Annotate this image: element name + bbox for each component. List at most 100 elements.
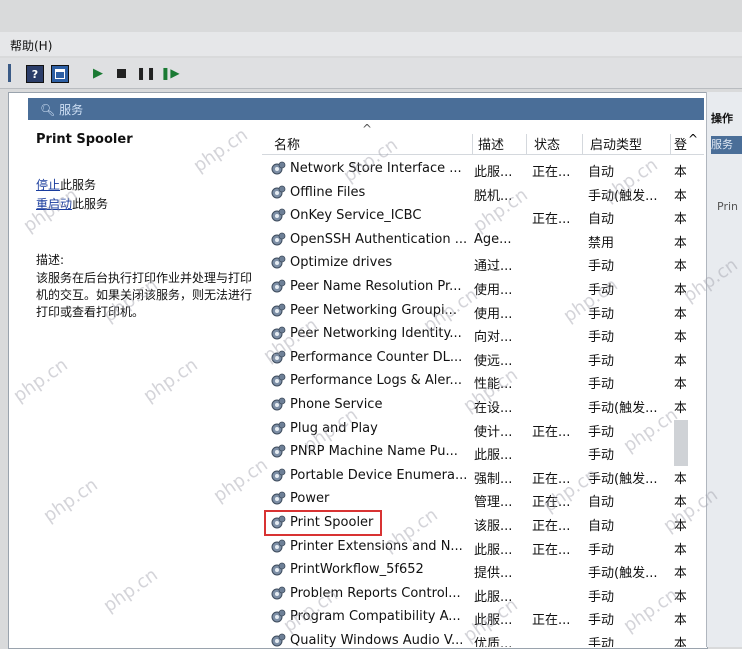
service-row[interactable]: Peer Networking Identity... 向对... 手动 本 bbox=[262, 323, 704, 346]
menu-bar: 帮助(H) bbox=[0, 32, 742, 56]
start-service-icon[interactable]: ▶ bbox=[90, 65, 106, 81]
service-row[interactable]: Portable Device Enumera... 强制... 正在... 手动(触… bbox=[262, 465, 704, 488]
service-desc: 通过... bbox=[474, 259, 513, 275]
service-row[interactable]: OnKey Service_ICBC 正在... 自动 本 bbox=[262, 205, 704, 228]
service-logon: 本 bbox=[674, 212, 686, 228]
service-row[interactable]: Problem Reports Control... 此服... 手动 本 bbox=[262, 583, 704, 606]
service-title: Print Spooler bbox=[36, 132, 133, 147]
service-startup-type: 自动 bbox=[588, 212, 615, 228]
service-row[interactable]: Printer Extensions and N... 此服... 正在... 手动 本 bbox=[262, 536, 704, 559]
col-desc[interactable]: 描述 bbox=[478, 134, 527, 154]
service-startup-type: 手动 bbox=[588, 448, 615, 464]
service-name: Network Store Interface ... bbox=[290, 161, 462, 176]
service-row[interactable]: Performance Counter DL... 使远... 手动 本 bbox=[262, 347, 704, 370]
gear-icon bbox=[270, 491, 286, 507]
gear-icon bbox=[270, 326, 286, 342]
pane-header: 🔍︎ 服务 bbox=[28, 98, 704, 120]
actions-item-print[interactable]: Prin bbox=[717, 200, 738, 213]
gear-icon bbox=[270, 208, 286, 224]
console-icon[interactable] bbox=[51, 65, 69, 83]
service-status: 正在... bbox=[532, 519, 571, 534]
service-row[interactable]: Optimize drives 通过... 手动 本 bbox=[262, 252, 704, 275]
service-logon: 本 bbox=[674, 637, 686, 647]
service-status: 正在... bbox=[532, 165, 571, 180]
gear-icon bbox=[270, 373, 286, 389]
service-logon: 本 bbox=[674, 353, 686, 369]
service-name: Offline Files bbox=[290, 184, 366, 200]
menu-help[interactable]: 帮助(H) bbox=[10, 37, 52, 54]
scrollbar-thumb[interactable] bbox=[674, 420, 688, 466]
gear-icon bbox=[270, 421, 286, 437]
service-startup-type: 手动 bbox=[588, 306, 615, 322]
col-logon[interactable]: 登 bbox=[674, 134, 687, 154]
service-startup-type: 自动 bbox=[588, 519, 615, 534]
service-row[interactable]: Peer Name Resolution Pr... 使用... 手动 本 bbox=[262, 276, 704, 299]
service-desc: 使用... bbox=[474, 283, 513, 298]
col-status[interactable]: 状态 bbox=[534, 134, 583, 154]
service-row[interactable]: Network Store Interface ... 此服... 正在... 自动 本 bbox=[262, 158, 704, 181]
service-startup-type: 手动 bbox=[588, 283, 615, 298]
service-desc: 脱机... bbox=[474, 188, 513, 204]
col-name[interactable]: 名称 bbox=[274, 134, 473, 154]
gear-icon bbox=[270, 468, 286, 484]
gear-icon bbox=[270, 350, 286, 366]
stop-service-link[interactable]: 停止 bbox=[36, 178, 60, 192]
toolbar: ? ▶ ❚❚ ❚▶ bbox=[0, 58, 742, 89]
service-row[interactable]: Power 管理... 正在... 自动 本 bbox=[262, 488, 704, 511]
service-row[interactable]: Plug and Play使计...正在...手动本 bbox=[262, 418, 704, 441]
service-desc: 该服... bbox=[474, 519, 513, 534]
service-name: Power bbox=[290, 491, 330, 507]
service-status: 正在... bbox=[532, 424, 571, 440]
gear-icon bbox=[270, 397, 286, 413]
service-desc: 使计... bbox=[474, 424, 513, 440]
service-startup-type: 手动(触发... bbox=[588, 401, 658, 416]
service-description: 该服务在后台执行打印作业并处理与打印机的交互。如果关闭该服务，则无法进行打印或查… bbox=[36, 271, 253, 319]
service-logon: 本 bbox=[674, 377, 686, 393]
restart-service-link[interactable]: 重启动 bbox=[36, 197, 72, 211]
service-startup-type: 手动 bbox=[588, 330, 615, 346]
column-header: ^ 名称 描述 状态 启动类型 登 ^ bbox=[262, 120, 704, 155]
service-name: Peer Networking Identity... bbox=[290, 326, 462, 342]
service-row[interactable]: Quality Windows Audio V... 优质... 手动 本 bbox=[262, 630, 704, 647]
service-row[interactable]: Peer Networking Groupi... 使用... 手动 本 bbox=[262, 300, 704, 323]
service-desc: 在设... bbox=[474, 401, 513, 416]
gear-icon bbox=[270, 185, 286, 201]
help-icon[interactable]: ? bbox=[26, 65, 44, 83]
stop-service-icon[interactable] bbox=[113, 65, 129, 81]
gear-icon bbox=[270, 633, 286, 647]
pane-header-label: 🔍︎ 服务 bbox=[40, 103, 84, 117]
service-desc: 管理... bbox=[474, 495, 513, 511]
service-row[interactable]: Phone Service 在设... 手动(触发... 本 bbox=[262, 394, 704, 417]
service-startup-type: 手动(触发... bbox=[588, 566, 658, 582]
service-name: Phone Service bbox=[290, 397, 383, 412]
service-desc: 优质... bbox=[474, 637, 513, 647]
service-desc: 使远... bbox=[474, 353, 513, 369]
service-row[interactable]: PrintWorkflow_5f652 提供... 手动(触发... 本 bbox=[262, 559, 704, 582]
service-name: PrintWorkflow_5f652 bbox=[290, 562, 424, 578]
service-row[interactable]: Program Compatibility A... 此服... 正在... 手动 本 bbox=[262, 606, 704, 629]
service-name: Peer Name Resolution Pr... bbox=[290, 279, 462, 294]
pause-service-icon[interactable]: ❚❚ bbox=[136, 65, 156, 81]
service-name: OpenSSH Authentication ... bbox=[290, 231, 468, 247]
gear-icon bbox=[270, 303, 286, 319]
gear-icon bbox=[270, 161, 286, 177]
service-desc: 强制... bbox=[474, 471, 513, 487]
service-desc: 向对... bbox=[474, 330, 513, 346]
restart-service-icon[interactable]: ❚▶ bbox=[160, 65, 179, 81]
gear-icon bbox=[270, 562, 286, 578]
service-row[interactable]: OpenSSH Authentication ... Age... 禁用 本 bbox=[262, 229, 704, 252]
service-row[interactable]: Performance Logs & Aler... 性能... 手动 本 bbox=[262, 370, 704, 393]
gear-icon bbox=[270, 279, 286, 295]
selected-row-highlight bbox=[264, 510, 382, 536]
service-desc: 使用... bbox=[474, 306, 513, 322]
col-startup[interactable]: 启动类型 bbox=[590, 134, 671, 154]
service-row[interactable]: PNRP Machine Name Pu...此服...手动本 bbox=[262, 441, 704, 464]
service-startup-type: 手动 bbox=[588, 637, 615, 647]
scroll-up-icon[interactable]: ^ bbox=[688, 132, 698, 146]
service-logon: 本 bbox=[674, 519, 686, 534]
gear-icon bbox=[270, 586, 286, 602]
service-desc: 提供... bbox=[474, 566, 513, 582]
actions-subheader[interactable]: 服务 bbox=[711, 136, 742, 154]
service-row[interactable]: Offline Files 脱机... 手动(触发... 本 bbox=[262, 182, 704, 205]
service-logon: 本 bbox=[674, 283, 686, 298]
